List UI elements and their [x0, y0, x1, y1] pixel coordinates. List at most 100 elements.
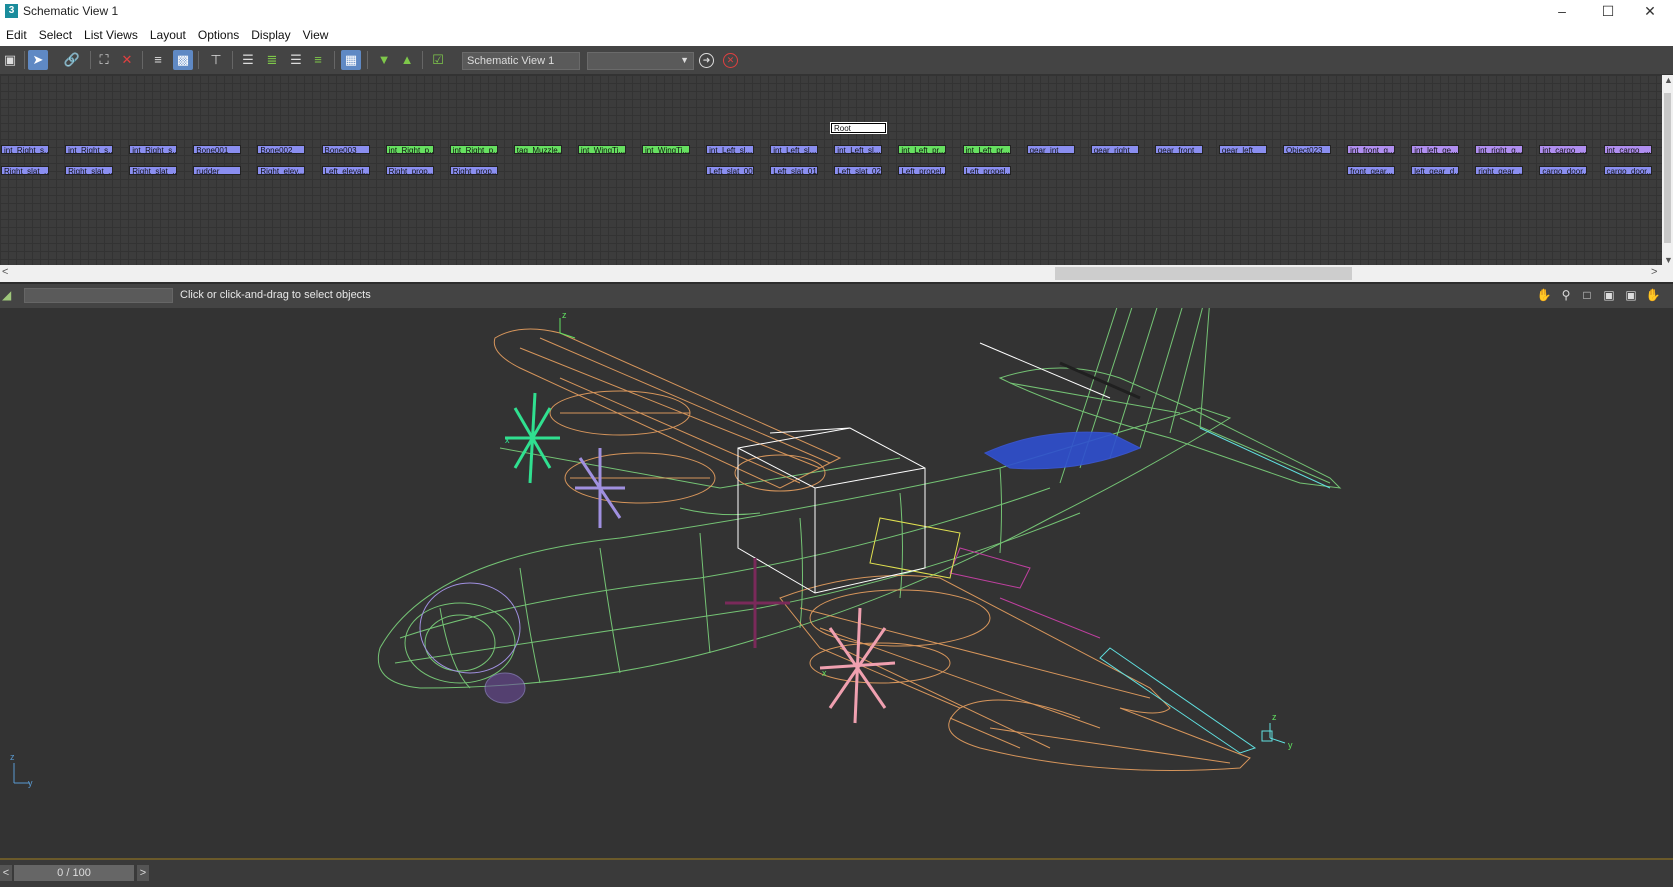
- schematic-node[interactable]: jnt_Right_p...: [385, 145, 434, 154]
- root-node[interactable]: Root: [830, 122, 887, 134]
- schematic-node[interactable]: gear_jnt: [1026, 145, 1075, 154]
- display-floater-icon[interactable]: ▣: [0, 50, 20, 70]
- chevron-down-icon: ▼: [680, 55, 689, 65]
- schematic-node[interactable]: Bone003: [321, 145, 370, 154]
- pan-hand-icon[interactable]: ✋: [1535, 288, 1553, 304]
- bookmark-dropdown[interactable]: ▼: [587, 52, 694, 70]
- schematic-node[interactable]: jnt_Left_sl...: [834, 145, 883, 154]
- schematic-child-node[interactable]: Right_elev...: [257, 166, 306, 175]
- schematic-node[interactable]: jnt_Left_sl...: [706, 145, 755, 154]
- schematic-child-node[interactable]: cargo_door...: [1539, 166, 1588, 175]
- menu-layout[interactable]: Layout: [144, 23, 192, 42]
- vertical-scrollbar[interactable]: ▲ ▼: [1662, 75, 1673, 265]
- menu-select[interactable]: Select: [33, 23, 78, 42]
- select-mode-icon[interactable]: ◢: [2, 288, 11, 302]
- schematic-child-node[interactable]: Right_slat_...: [129, 166, 178, 175]
- list-align-icon[interactable]: ☰: [238, 50, 258, 70]
- schematic-child-node[interactable]: Left_slat_00: [706, 166, 755, 175]
- zoom-region-icon[interactable]: □: [1578, 288, 1596, 304]
- delete-icon[interactable]: ✕: [117, 50, 137, 70]
- schematic-child-node[interactable]: left_gear_d...: [1411, 166, 1460, 175]
- toggle-children-icon[interactable]: ☰: [286, 50, 306, 70]
- schematic-node[interactable]: Object023: [1283, 145, 1331, 154]
- unshrink-icon[interactable]: ▲: [397, 50, 417, 70]
- horizontal-scroll-thumb[interactable]: [1055, 267, 1352, 280]
- select-children-icon[interactable]: ≣: [262, 50, 282, 70]
- schematic-child-node[interactable]: Left_elevat...: [321, 166, 370, 175]
- schematic-child-node[interactable]: Left_propel...: [898, 166, 947, 175]
- schematic-child-node[interactable]: Left_slat_02: [834, 166, 883, 175]
- status-field: [24, 288, 173, 303]
- menu-view[interactable]: View: [297, 23, 335, 42]
- zoom-selected-icon[interactable]: ▣: [1622, 288, 1640, 304]
- schematic-node[interactable]: Bone001: [193, 145, 242, 154]
- schematic-node[interactable]: tag_Muzzle...: [513, 145, 562, 154]
- menu-edit[interactable]: Edit: [0, 23, 33, 42]
- window-title: Schematic View 1: [23, 4, 119, 18]
- schematic-child-node[interactable]: front_gear...: [1347, 166, 1396, 175]
- menu-display[interactable]: Display: [245, 23, 296, 42]
- schematic-child-node[interactable]: rudder: [193, 166, 242, 175]
- unlink-selected-icon[interactable]: ⛶: [94, 50, 114, 70]
- prev-frame-button[interactable]: <: [0, 865, 12, 881]
- scroll-right-icon[interactable]: >: [1651, 266, 1657, 278]
- select-arrow-icon[interactable]: ➤: [28, 50, 48, 70]
- schematic-node[interactable]: jnt_Right_s...: [65, 145, 114, 154]
- schematic-node[interactable]: jnt_Right_s...: [1, 145, 49, 154]
- schematic-graph[interactable]: Root jnt_Right_s... jnt_Right_s... jnt_Rig…: [0, 75, 1662, 265]
- close-icon[interactable]: ✕: [1627, 0, 1673, 23]
- maximize-icon[interactable]: ☐: [1585, 0, 1631, 23]
- schematic-child-node[interactable]: Right_slat_...: [1, 166, 49, 175]
- scroll-left-icon[interactable]: <: [2, 266, 8, 278]
- minimize-icon[interactable]: –: [1539, 0, 1585, 23]
- schematic-child-node[interactable]: Right_prop...: [385, 166, 434, 175]
- schematic-node[interactable]: jnt_Left_sl...: [770, 145, 819, 154]
- status-prompt: Click or click-and-drag to select object…: [180, 289, 371, 301]
- schematic-node[interactable]: jnt_WingTi...: [577, 145, 626, 154]
- perspective-viewport[interactable]: z z y z y x x: [0, 308, 1673, 858]
- menu-bar: Edit Select List Views Layout Options Display…: [0, 23, 1673, 46]
- schematic-node[interactable]: gear_front: [1154, 145, 1203, 154]
- scroll-up-icon[interactable]: ▲: [1664, 75, 1673, 85]
- zoom-icon[interactable]: ⚲: [1557, 288, 1575, 304]
- schematic-node[interactable]: jnt_cargo_...: [1539, 145, 1588, 154]
- go-to-bookmark-icon[interactable]: ➜: [699, 53, 714, 68]
- schematic-node[interactable]: jnt_left_ge...: [1411, 145, 1460, 154]
- menu-list-views[interactable]: List Views: [78, 23, 144, 42]
- schematic-node[interactable]: jnt_right_g...: [1475, 145, 1524, 154]
- references-mode-icon[interactable]: ▩: [173, 50, 193, 70]
- arrange-children-icon[interactable]: ▦: [341, 50, 361, 70]
- schematic-node[interactable]: jnt_WingTi...: [642, 145, 690, 154]
- schematic-node[interactable]: jnt_Right_s...: [129, 145, 178, 154]
- schematic-child-node[interactable]: right_gear_...: [1475, 166, 1524, 175]
- delete-bookmark-icon[interactable]: ✕: [723, 53, 738, 68]
- scroll-down-icon[interactable]: ▼: [1664, 255, 1673, 265]
- schematic-node[interactable]: gear_right: [1090, 145, 1139, 154]
- schematic-node[interactable]: jnt_Left_pr...: [962, 145, 1011, 154]
- schematic-node[interactable]: jnt_cargo_...: [1603, 145, 1652, 154]
- connect-link-icon[interactable]: 🔗: [62, 50, 82, 70]
- schematic-child-node[interactable]: Right_prop...: [449, 166, 498, 175]
- shrink-selected-icon[interactable]: ▼: [374, 50, 394, 70]
- schematic-node[interactable]: jnt_Left_pr...: [898, 145, 947, 154]
- pan-view-icon[interactable]: ✋: [1644, 288, 1662, 304]
- schematic-node[interactable]: Bone002: [257, 145, 306, 154]
- schematic-node[interactable]: jnt_front_g...: [1347, 145, 1396, 154]
- time-slider[interactable]: 0 / 100: [14, 865, 134, 881]
- schematic-child-node[interactable]: Right_slat_...: [65, 166, 114, 175]
- vertical-scroll-thumb[interactable]: [1664, 93, 1671, 243]
- schematic-child-node[interactable]: Left_propel...: [962, 166, 1011, 175]
- schematic-view-name-field[interactable]: Schematic View 1: [462, 52, 580, 70]
- schematic-node[interactable]: gear_left: [1218, 145, 1267, 154]
- next-frame-button[interactable]: >: [137, 865, 149, 881]
- hierarchy-mode-icon[interactable]: ≡: [148, 50, 168, 70]
- sync-selection-icon[interactable]: ☑: [428, 50, 448, 70]
- set-parent-icon[interactable]: ⊤: [206, 50, 226, 70]
- expand-all-icon[interactable]: ≡: [308, 50, 328, 70]
- horizontal-scrollbar[interactable]: < >: [0, 265, 1673, 282]
- schematic-child-node[interactable]: Left_slat_01: [770, 166, 819, 175]
- zoom-extents-icon[interactable]: ▣: [1600, 288, 1618, 304]
- schematic-node[interactable]: jnt_Right_p...: [449, 145, 498, 154]
- schematic-child-node[interactable]: cargo_door...: [1603, 166, 1652, 175]
- menu-options[interactable]: Options: [192, 23, 245, 42]
